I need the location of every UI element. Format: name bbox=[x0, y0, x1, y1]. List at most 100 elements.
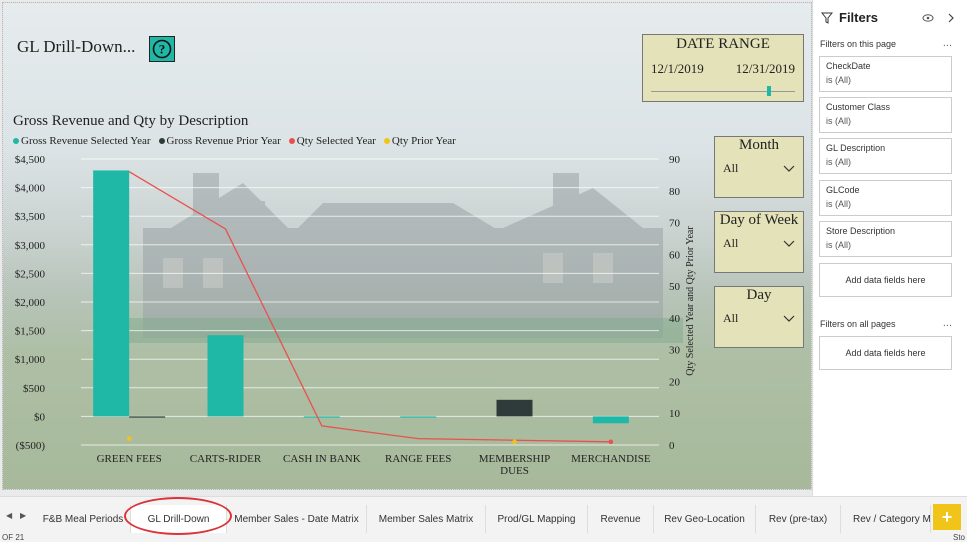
y-tick-left: $0 bbox=[34, 411, 46, 423]
day-of-week-slicer-title: Day of Week bbox=[719, 212, 799, 228]
filter-card-state: is (All) bbox=[826, 199, 851, 209]
date-end[interactable]: 12/31/2019 bbox=[736, 61, 795, 77]
tab-revenue[interactable]: Revenue bbox=[588, 505, 654, 533]
date-start[interactable]: 12/1/2019 bbox=[651, 61, 704, 77]
qty-prior-point bbox=[126, 436, 132, 441]
filter-card-name: GLCode bbox=[826, 185, 860, 195]
legend-item-0[interactable]: Gross Revenue Selected Year bbox=[13, 135, 151, 147]
tab-rev-category-matrix[interactable]: Rev / Category Mat bbox=[841, 505, 931, 533]
question-icon: ? bbox=[152, 39, 172, 59]
day-slicer[interactable]: Day All bbox=[714, 286, 804, 348]
x-tick-label: CARTS-RIDER bbox=[190, 453, 262, 465]
filter-icon bbox=[821, 12, 833, 24]
chevron-down-icon bbox=[783, 240, 795, 247]
page-title: GL Drill-Down... bbox=[17, 37, 136, 56]
eye-icon[interactable] bbox=[922, 13, 934, 23]
filters-title: Filters bbox=[839, 10, 879, 25]
day-of-week-dropdown[interactable]: All bbox=[723, 236, 795, 251]
legend-item-1[interactable]: Gross Revenue Prior Year bbox=[158, 135, 281, 147]
collapse-pane-icon[interactable] bbox=[947, 13, 955, 23]
filter-card-customer-class[interactable]: Customer Class is (All) bbox=[819, 97, 952, 133]
filter-card-checkdate[interactable]: CheckDate is (All) bbox=[819, 56, 952, 92]
x-tick-label: MERCHANDISE bbox=[571, 453, 651, 465]
month-value: All bbox=[723, 161, 739, 175]
bar-prior-year bbox=[129, 416, 166, 418]
filter-card-store-description[interactable]: Store Description is (All) bbox=[819, 221, 952, 257]
qty-prior-point bbox=[512, 439, 517, 445]
month-slicer-title: Month bbox=[738, 137, 779, 153]
x-tick-label: MEMBERSHIP bbox=[479, 453, 551, 465]
y-tick-left: $3,000 bbox=[15, 240, 46, 252]
bar-selected-year bbox=[303, 416, 340, 418]
filter-card-name: Store Description bbox=[826, 226, 896, 236]
bar-prior-year bbox=[496, 399, 533, 417]
legend-item-2[interactable]: Qty Selected Year bbox=[288, 135, 376, 147]
y-tick-left: $500 bbox=[23, 383, 46, 395]
y-tick-right: 40 bbox=[669, 313, 681, 325]
chart-title: Gross Revenue and Qty by Description bbox=[13, 113, 249, 129]
y-tick-right: 70 bbox=[669, 218, 681, 230]
filter-card-state: is (All) bbox=[826, 240, 851, 250]
chevron-down-icon bbox=[783, 315, 795, 322]
date-range-title: DATE RANGE bbox=[676, 36, 770, 52]
tab-rev-pre-tax[interactable]: Rev (pre-tax) bbox=[756, 505, 841, 533]
x-tick-label: GREEN FEES bbox=[97, 453, 162, 465]
filter-card-state: is (All) bbox=[826, 116, 851, 126]
filter-card-name: Customer Class bbox=[826, 102, 891, 112]
qty-selected-line bbox=[128, 171, 611, 443]
y-tick-left: $1,500 bbox=[15, 326, 46, 338]
filter-card-gl-description[interactable]: GL Description is (All) bbox=[819, 138, 952, 174]
y-tick-right: 20 bbox=[669, 376, 681, 388]
filters-all-pages-label: Filters on all pages bbox=[820, 319, 896, 329]
more-options-icon[interactable]: ... bbox=[943, 317, 952, 329]
help-button[interactable]: ? bbox=[149, 36, 175, 62]
filter-card-state: is (All) bbox=[826, 157, 851, 167]
y-tick-right: 0 bbox=[669, 440, 675, 452]
qty-selected-point bbox=[608, 439, 614, 445]
y-tick-right: 80 bbox=[669, 186, 681, 198]
y-tick-left: $4,000 bbox=[15, 183, 46, 195]
legend-item-3[interactable]: Qty Prior Year bbox=[383, 135, 456, 147]
y-tick-left: $4,500 bbox=[15, 154, 46, 166]
filter-card-glcode[interactable]: GLCode is (All) bbox=[819, 180, 952, 216]
filters-pane: Filters Filters on this page ... CheckDa… bbox=[812, 0, 967, 496]
month-dropdown[interactable]: All bbox=[723, 161, 795, 176]
y-tick-left: $2,500 bbox=[15, 268, 46, 280]
tab-prev-icon[interactable]: ◀ bbox=[6, 511, 12, 520]
day-of-week-slicer[interactable]: Day of Week All bbox=[714, 211, 804, 273]
filters-header: Filters bbox=[821, 10, 878, 25]
bar-selected-year bbox=[400, 416, 437, 418]
report-canvas: GL Drill-Down... ? DATE RANGE 12/1/2019 … bbox=[2, 2, 812, 490]
date-slider-track bbox=[651, 91, 795, 92]
filter-card-state: is (All) bbox=[826, 75, 851, 85]
more-options-icon[interactable]: ... bbox=[943, 37, 952, 49]
y-tick-left: $3,500 bbox=[15, 211, 46, 223]
bar-selected-year bbox=[207, 335, 244, 417]
date-range-slicer[interactable]: DATE RANGE 12/1/2019 12/31/2019 bbox=[642, 34, 804, 102]
day-of-week-value: All bbox=[723, 236, 739, 250]
day-value: All bbox=[723, 311, 739, 325]
add-page-button[interactable]: + bbox=[933, 504, 961, 530]
tab-member-sales-matrix[interactable]: Member Sales Matrix bbox=[367, 505, 486, 533]
x-tick-label: DUES bbox=[500, 465, 529, 477]
tab-next-icon[interactable]: ▶ bbox=[20, 511, 26, 520]
tab-rev-geo-location[interactable]: Rev Geo-Location bbox=[654, 505, 756, 533]
y-tick-right: 50 bbox=[669, 281, 681, 293]
add-page-filter-field[interactable]: Add data fields here bbox=[819, 263, 952, 297]
highlight-circle bbox=[124, 497, 232, 535]
y-tick-left: $1,000 bbox=[15, 354, 46, 366]
add-all-pages-filter-field[interactable]: Add data fields here bbox=[819, 336, 952, 370]
revenue-qty-chart[interactable]: $4,500 $4,000 $3,500 $3,000 $2,500 $2,000 $1,5… bbox=[3, 151, 703, 481]
filter-card-name: CheckDate bbox=[826, 61, 871, 71]
day-dropdown[interactable]: All bbox=[723, 311, 795, 326]
tab-prod-gl-mapping[interactable]: Prod/GL Mapping bbox=[486, 505, 588, 533]
date-slider-handle[interactable] bbox=[767, 86, 771, 96]
tab-fb-meal-periods[interactable]: F&B Meal Periods bbox=[36, 505, 131, 533]
tab-member-sales-date-matrix[interactable]: Member Sales - Date Matrix bbox=[227, 505, 367, 533]
filters-on-page-label: Filters on this page bbox=[820, 39, 897, 49]
month-slicer[interactable]: Month All bbox=[714, 136, 804, 198]
y-tick-right: 30 bbox=[669, 345, 681, 357]
y-tick-right: 90 bbox=[669, 154, 681, 166]
filter-card-name: GL Description bbox=[826, 143, 886, 153]
bar-selected-year bbox=[592, 416, 629, 424]
